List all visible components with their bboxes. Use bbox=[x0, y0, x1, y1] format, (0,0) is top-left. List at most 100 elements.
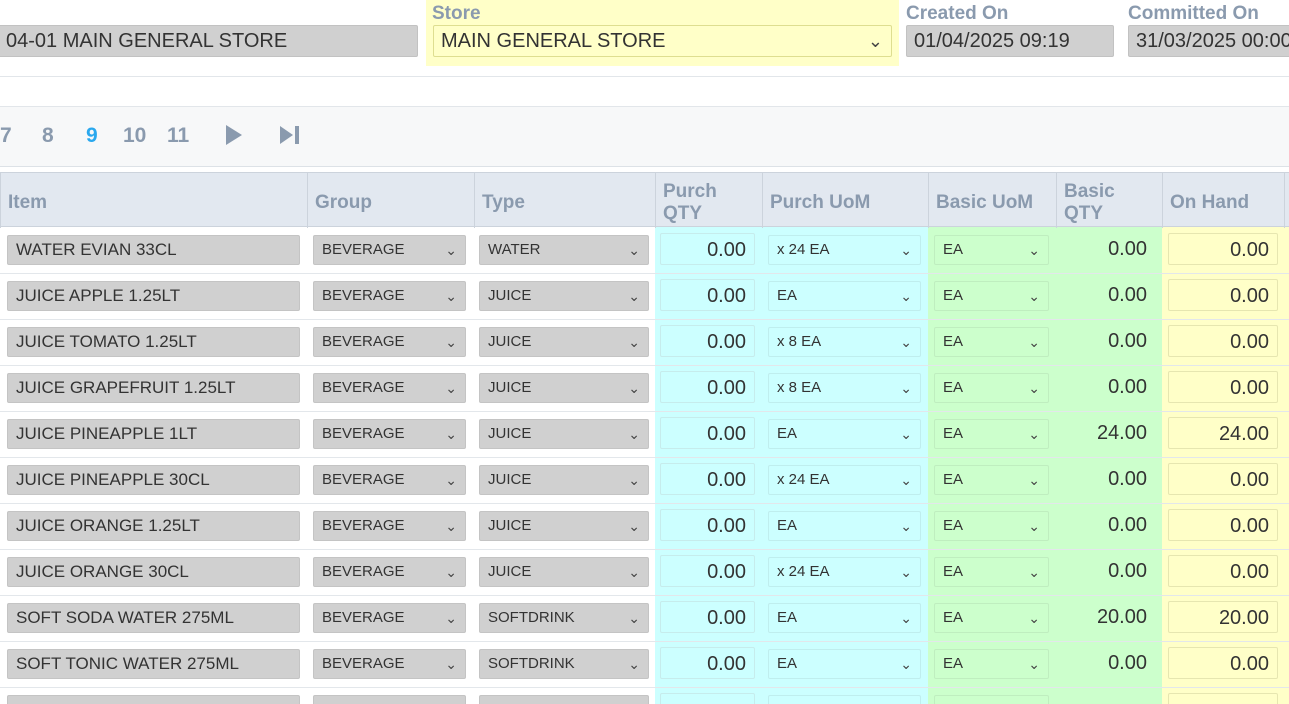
basic-uom-select[interactable]: EA ⌄ bbox=[934, 511, 1049, 541]
item-field[interactable]: WATER EVIAN 33CL bbox=[7, 235, 300, 265]
page-10-link[interactable]: 10 bbox=[123, 124, 146, 148]
col-item[interactable]: Item bbox=[0, 173, 307, 228]
chevron-down-icon: ⌄ bbox=[900, 472, 912, 488]
item-field[interactable]: SOFT TONIC WATER 275ML bbox=[7, 649, 300, 679]
item-field[interactable]: JUICE TOMATO 1.25LT bbox=[7, 327, 300, 357]
purch-uom-select[interactable]: x 8 EA ⌄ bbox=[768, 373, 921, 403]
purch-qty-input[interactable]: 0.00 bbox=[660, 417, 755, 449]
group-select[interactable]: BEVERAGE ⌄ bbox=[313, 603, 466, 633]
item-field[interactable]: SOFT SODA WATER 275ML bbox=[7, 603, 300, 633]
committed-on-field[interactable]: 31/03/2025 00:00 bbox=[1128, 25, 1289, 57]
item-field[interactable]: JUICE GRAPEFRUIT 1.25LT bbox=[7, 373, 300, 403]
purch-uom-select[interactable]: EA ⌄ bbox=[768, 281, 921, 311]
purch-qty-input[interactable]: 0.00 bbox=[660, 509, 755, 541]
type-select[interactable]: JUICE ⌄ bbox=[479, 465, 649, 495]
col-type[interactable]: Type bbox=[474, 173, 655, 228]
page-8-link[interactable]: 8 bbox=[42, 124, 54, 148]
type-select[interactable]: JUICE ⌄ bbox=[479, 281, 649, 311]
col-purch-uom[interactable]: Purch UoM bbox=[762, 173, 928, 228]
group-select[interactable]: BEVERAGE ⌄ bbox=[313, 281, 466, 311]
on-hand-input[interactable]: 0.00 bbox=[1168, 463, 1278, 495]
basic-uom-select[interactable]: EA ⌄ bbox=[934, 373, 1049, 403]
col-basic-qty[interactable]: Basic QTY bbox=[1056, 173, 1162, 228]
col-purch-qty[interactable]: Purch QTY bbox=[655, 173, 762, 228]
created-on-field[interactable]: 01/04/2025 09:19 bbox=[906, 25, 1114, 57]
on-hand-input[interactable]: 0.00 bbox=[1168, 647, 1278, 679]
item-field[interactable]: JUICE PINEAPPLE 1LT bbox=[7, 419, 300, 449]
on-hand-input[interactable]: 0.00 bbox=[1168, 279, 1278, 311]
basic-uom-select[interactable]: EA ⌄ bbox=[934, 649, 1049, 679]
page-9-link[interactable]: 9 bbox=[86, 124, 98, 148]
purch-uom-select[interactable]: EA ⌄ bbox=[768, 419, 921, 449]
basic-uom-select-value: EA bbox=[943, 563, 964, 580]
group-select[interactable]: BEVERAGE ⌄ bbox=[313, 419, 466, 449]
purch-uom-select[interactable]: x 24 EA ⌄ bbox=[768, 557, 921, 587]
type-select[interactable]: SOFTDRINK ⌄ bbox=[479, 649, 649, 679]
item-field[interactable]: JUICE PINEAPPLE 30CL bbox=[7, 465, 300, 495]
group-select[interactable] bbox=[313, 695, 466, 704]
group-select[interactable]: BEVERAGE ⌄ bbox=[313, 511, 466, 541]
on-hand-input[interactable]: 0.00 bbox=[1168, 555, 1278, 587]
purch-qty-input[interactable]: 0.00 bbox=[660, 371, 755, 403]
group-select[interactable]: BEVERAGE ⌄ bbox=[313, 373, 466, 403]
on-hand-input[interactable]: 0.00 bbox=[1168, 233, 1278, 265]
store-select[interactable]: MAIN GENERAL STORE ⌄ bbox=[433, 25, 892, 57]
basic-uom-select[interactable]: EA ⌄ bbox=[934, 557, 1049, 587]
purch-uom-select[interactable]: EA ⌄ bbox=[768, 511, 921, 541]
item-field[interactable]: JUICE ORANGE 30CL bbox=[7, 557, 300, 587]
group-select[interactable]: BEVERAGE ⌄ bbox=[313, 557, 466, 587]
basic-uom-select[interactable] bbox=[934, 695, 1049, 704]
purch-qty-input[interactable]: 0.00 bbox=[660, 279, 755, 311]
purch-qty-input[interactable]: 0.00 bbox=[660, 233, 755, 265]
col-basic-uom[interactable]: Basic UoM bbox=[928, 173, 1056, 228]
purch-uom-select[interactable]: EA ⌄ bbox=[768, 603, 921, 633]
col-group[interactable]: Group bbox=[307, 173, 474, 228]
basic-uom-select[interactable]: EA ⌄ bbox=[934, 465, 1049, 495]
type-select[interactable]: JUICE ⌄ bbox=[479, 419, 649, 449]
col-on-hand[interactable]: On Hand bbox=[1162, 173, 1284, 228]
on-hand-input[interactable]: 20.00 bbox=[1168, 601, 1278, 633]
on-hand-input[interactable]: 0.00 bbox=[1168, 325, 1278, 357]
on-hand-input[interactable]: 0.00 bbox=[1168, 371, 1278, 403]
purch-uom-select[interactable]: x 24 EA ⌄ bbox=[768, 235, 921, 265]
type-select[interactable]: WATER ⌄ bbox=[479, 235, 649, 265]
purch-uom-select[interactable] bbox=[768, 695, 921, 704]
on-hand-input[interactable]: 24.00 bbox=[1168, 417, 1278, 449]
purch-uom-select[interactable]: x 8 EA ⌄ bbox=[768, 327, 921, 357]
type-select[interactable]: JUICE ⌄ bbox=[479, 327, 649, 357]
item-field[interactable]: JUICE ORANGE 1.25LT bbox=[7, 511, 300, 541]
purch-uom-select[interactable]: EA ⌄ bbox=[768, 649, 921, 679]
type-select[interactable]: SOFTDRINK ⌄ bbox=[479, 603, 649, 633]
basic-uom-select[interactable]: EA ⌄ bbox=[934, 603, 1049, 633]
type-select[interactable] bbox=[479, 695, 649, 704]
purch-qty-input[interactable]: 0.00 bbox=[660, 647, 755, 679]
item-field[interactable] bbox=[7, 695, 300, 704]
purch-qty-input[interactable]: 0.00 bbox=[660, 601, 755, 633]
purch-uom-select[interactable]: x 24 EA ⌄ bbox=[768, 465, 921, 495]
basic-uom-select[interactable]: EA ⌄ bbox=[934, 235, 1049, 265]
play-next-icon[interactable] bbox=[224, 124, 244, 151]
basic-uom-select[interactable]: EA ⌄ bbox=[934, 419, 1049, 449]
purch-qty-input[interactable] bbox=[660, 693, 755, 704]
purch-qty-input[interactable]: 0.00 bbox=[660, 463, 755, 495]
type-select[interactable]: JUICE ⌄ bbox=[479, 557, 649, 587]
purch-qty-input[interactable]: 0.00 bbox=[660, 325, 755, 357]
group-select[interactable]: BEVERAGE ⌄ bbox=[313, 327, 466, 357]
skip-last-icon[interactable] bbox=[279, 125, 301, 150]
purch-qty-input[interactable]: 0.00 bbox=[660, 555, 755, 587]
chevron-down-icon: ⌄ bbox=[628, 426, 640, 442]
basic-uom-select[interactable]: EA ⌄ bbox=[934, 281, 1049, 311]
basic-uom-select[interactable]: EA ⌄ bbox=[934, 327, 1049, 357]
page-7-link[interactable]: 7 bbox=[0, 124, 12, 148]
store-code-field[interactable]: 04-01 MAIN GENERAL STORE bbox=[0, 25, 418, 57]
group-select[interactable]: BEVERAGE ⌄ bbox=[313, 465, 466, 495]
on-hand-input[interactable]: 0.00 bbox=[1168, 509, 1278, 541]
item-field[interactable]: JUICE APPLE 1.25LT bbox=[7, 281, 300, 311]
type-select[interactable]: JUICE ⌄ bbox=[479, 511, 649, 541]
type-select[interactable]: JUICE ⌄ bbox=[479, 373, 649, 403]
group-select[interactable]: BEVERAGE ⌄ bbox=[313, 235, 466, 265]
page-11-link[interactable]: 11 bbox=[167, 124, 189, 148]
on-hand-input[interactable] bbox=[1168, 693, 1278, 704]
group-select[interactable]: BEVERAGE ⌄ bbox=[313, 649, 466, 679]
group-select-value: BEVERAGE bbox=[322, 241, 405, 258]
